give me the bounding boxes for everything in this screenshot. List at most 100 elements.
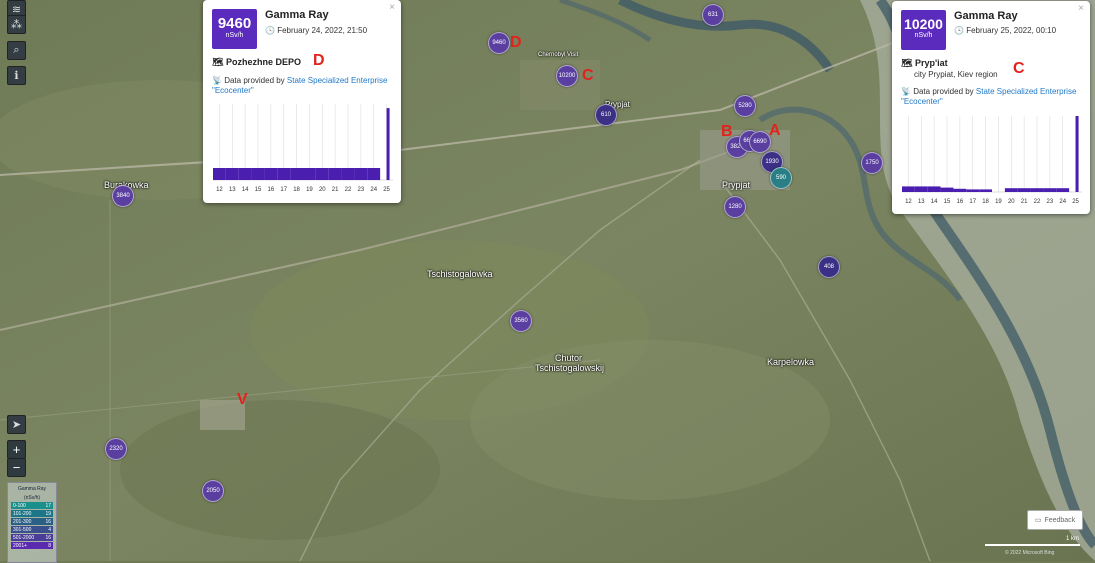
close-icon[interactable]: × bbox=[1078, 3, 1084, 14]
popup-location: 🗺 Pryp'iat bbox=[901, 58, 948, 68]
popup-date: 🕓 February 25, 2022, 00:10 bbox=[954, 26, 1057, 35]
legend-unit: (nSv/h) bbox=[23, 495, 41, 501]
chart-tick-label: 16 bbox=[957, 199, 964, 205]
legend-row: 501-2000 16 bbox=[11, 534, 53, 541]
sensor-marker[interactable]: 3560 bbox=[510, 310, 532, 332]
annotation-letter-c: C bbox=[1013, 60, 1025, 77]
zoom-out-button[interactable]: − bbox=[7, 458, 26, 477]
sensor-marker-c[interactable]: 10200 bbox=[556, 65, 578, 87]
sensor-marker[interactable]: 5280 bbox=[734, 95, 756, 117]
close-icon[interactable]: × bbox=[389, 2, 395, 13]
chart-tick-label: 20 bbox=[1008, 199, 1015, 205]
chart-bar bbox=[277, 168, 291, 180]
popup-provider: 📡 Data provided by State Specialized Ent… bbox=[212, 76, 388, 95]
legend-row: 201-300 16 bbox=[11, 518, 53, 525]
annotation-letter-c: C bbox=[582, 67, 594, 84]
place-label-tschistogalowskij: Tschistogalowskij bbox=[535, 363, 605, 373]
search-button[interactable]: ⌕ bbox=[7, 41, 26, 60]
sensor-marker[interactable]: 408 bbox=[818, 256, 840, 278]
legend-row: 301-500 4 bbox=[11, 526, 53, 533]
chart-bar bbox=[1075, 116, 1079, 192]
chart-tick-label: 21 bbox=[332, 187, 339, 193]
place-label-prypjat-city: Prypjat bbox=[722, 180, 751, 190]
chart-bar bbox=[927, 186, 941, 192]
gamma-legend: Gamma Ray (nSv/h) 0-100 17 101-200 19 201-… bbox=[7, 482, 57, 563]
chart-bar bbox=[328, 168, 342, 180]
chart-bar bbox=[953, 188, 967, 192]
chart-tick-label: 17 bbox=[280, 187, 287, 193]
chart-tick-label: 16 bbox=[268, 187, 275, 193]
chart-tick-label: 24 bbox=[370, 187, 377, 193]
map-attribution: © 2022 Microsoft Bing bbox=[1005, 550, 1055, 556]
network-icon: ⁂ bbox=[11, 19, 22, 31]
sensor-marker[interactable]: 631 bbox=[702, 4, 724, 26]
chart-tick-label: 19 bbox=[995, 199, 1002, 205]
chart-tick-label: 18 bbox=[982, 199, 989, 205]
chart-tick-label: 23 bbox=[1047, 199, 1054, 205]
clock-icon: 🕓 bbox=[954, 26, 964, 35]
popup-sublocation: city Prypiat, Kiev region bbox=[914, 70, 998, 79]
chart-bar bbox=[290, 168, 303, 180]
popup-title: Gamma Ray bbox=[954, 10, 1018, 22]
place-label-karpelowka: Karpelowka bbox=[767, 357, 815, 367]
locate-button[interactable]: ➤ bbox=[7, 415, 26, 434]
gamma-history-chart: 12 13 14 15 16 17 18 19 20 21 22 23 24 25 bbox=[902, 116, 1082, 205]
locate-arrow-icon: ➤ bbox=[11, 419, 22, 431]
chart-bar bbox=[386, 108, 390, 180]
chart-tick-label: 13 bbox=[918, 199, 925, 205]
sensor-marker[interactable]: 1280 bbox=[724, 196, 746, 218]
reading-unit: nSv/h bbox=[914, 32, 933, 39]
chart-tick-label: 22 bbox=[345, 187, 352, 193]
network-button[interactable]: ⁂ bbox=[7, 15, 26, 34]
popup-date: 🕓 February 24, 2022, 21:50 bbox=[265, 26, 368, 35]
chart-tick-label: 19 bbox=[306, 187, 313, 193]
chart-bar bbox=[213, 168, 226, 180]
chart-tick-label: 20 bbox=[319, 187, 326, 193]
gamma-history-chart: 12 13 14 15 16 17 18 19 20 21 22 23 24 25 bbox=[213, 104, 393, 193]
annotation-letter-a: A bbox=[769, 122, 781, 139]
sensor-marker[interactable]: 2050 bbox=[202, 480, 224, 502]
sensor-marker[interactable]: 3840 bbox=[112, 185, 134, 207]
legend-row: 2001+ 8 bbox=[11, 542, 53, 549]
annotation-letter-v: V bbox=[237, 391, 248, 408]
sensor-marker-a[interactable]: 6690 bbox=[749, 131, 771, 153]
chart-bar bbox=[1056, 188, 1070, 192]
place-label-chernobyl-visit: Chernobyl Visit bbox=[538, 52, 579, 58]
chart-bar bbox=[264, 168, 278, 180]
satellite-icon: 📡 bbox=[212, 76, 222, 85]
chart-tick-label: 13 bbox=[229, 187, 236, 193]
map-icon: 🗺 bbox=[212, 57, 224, 67]
chart-bar bbox=[979, 189, 992, 192]
popup-provider: 📡 Data provided by State Specialized Ent… bbox=[901, 87, 1077, 106]
reading-unit: nSv/h bbox=[225, 32, 244, 39]
chart-bar bbox=[225, 168, 239, 180]
chart-tick-label: 15 bbox=[944, 199, 951, 205]
chart-bar bbox=[251, 168, 265, 180]
map-icon: 🗺 bbox=[901, 58, 913, 68]
chart-bar bbox=[914, 186, 928, 192]
popup-location: 🗺 Pozhezhne DEPO bbox=[212, 57, 301, 67]
place-label-chutor: Chutor bbox=[555, 353, 583, 363]
clock-icon: 🕓 bbox=[265, 26, 275, 35]
chart-bar bbox=[966, 189, 980, 192]
sensor-marker[interactable]: 610 bbox=[595, 104, 617, 126]
search-icon: ⌕ bbox=[13, 44, 20, 56]
info-button[interactable]: ℹ bbox=[7, 66, 26, 85]
sensor-marker-d[interactable]: 9460 bbox=[488, 32, 510, 54]
chart-bar bbox=[367, 168, 381, 180]
chart-tick-label: 14 bbox=[242, 187, 249, 193]
satellite-icon: 📡 bbox=[901, 87, 911, 96]
chart-bar bbox=[238, 168, 252, 180]
sensor-marker[interactable]: 590 bbox=[770, 167, 792, 189]
chart-bar bbox=[1004, 188, 1018, 192]
reading-value: 9460 bbox=[217, 15, 252, 32]
chart-bar bbox=[1017, 188, 1031, 192]
chart-tick-label: 12 bbox=[216, 187, 223, 193]
zoom-in-button[interactable]: + bbox=[7, 440, 26, 459]
chart-tick-label: 25 bbox=[1072, 199, 1079, 205]
sensor-marker[interactable]: 2320 bbox=[105, 438, 127, 460]
chart-bar bbox=[940, 187, 954, 192]
chart-tick-label: 22 bbox=[1034, 199, 1041, 205]
sensor-marker[interactable]: 1750 bbox=[861, 152, 883, 174]
feedback-button[interactable]: ▭ Feedback bbox=[1027, 510, 1083, 530]
